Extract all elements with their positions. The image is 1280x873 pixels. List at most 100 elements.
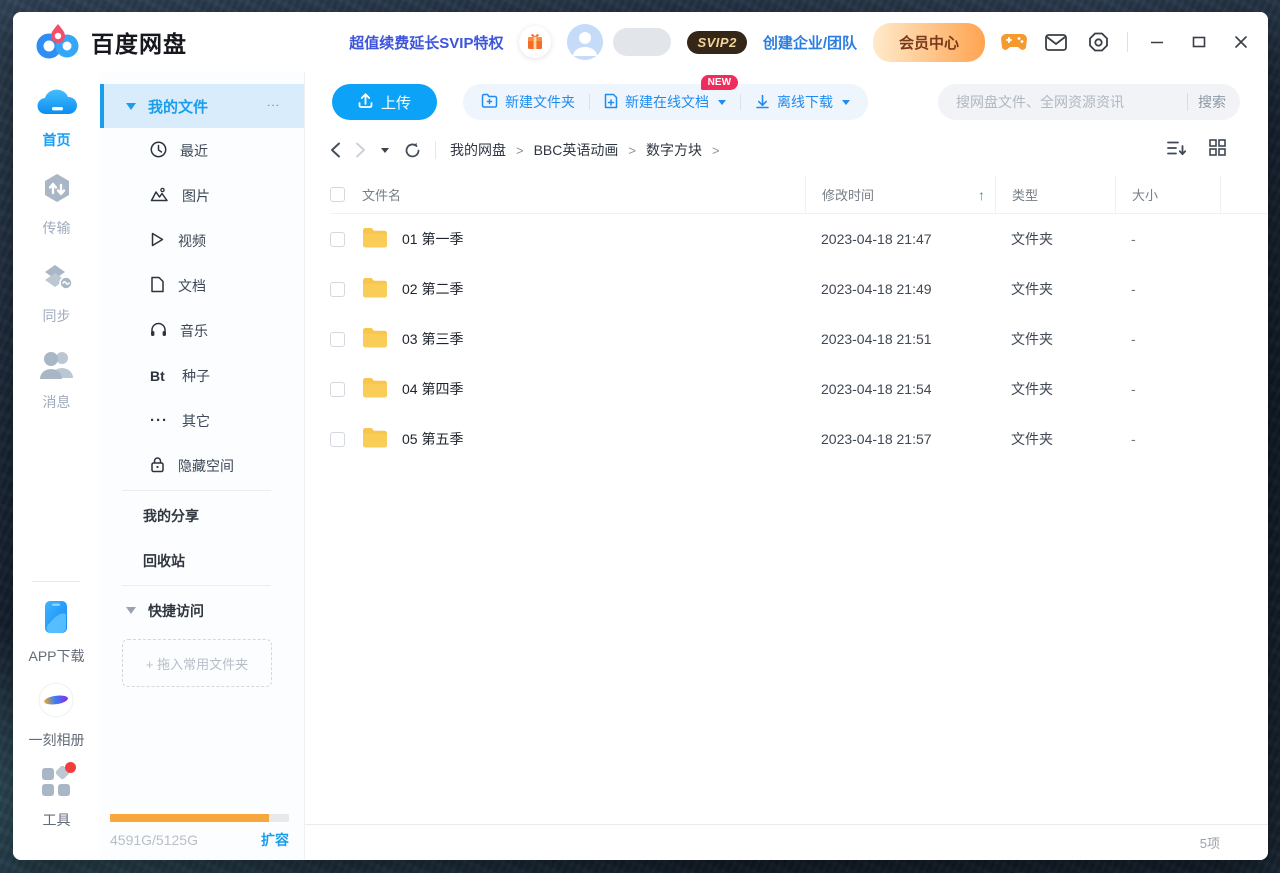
expand-storage-link[interactable]: 扩容 [261,830,289,850]
sidebar-item-music[interactable]: 音乐 [100,308,304,353]
row-checkbox[interactable] [330,232,345,247]
search-button[interactable]: 搜索 [1198,92,1226,112]
sidebar-label-recent: 最近 [180,141,208,161]
sort-list-icon[interactable] [1167,140,1187,161]
rail-label-messages: 消息 [43,392,71,412]
user-avatar[interactable] [567,24,603,60]
new-folder-label: 新建文件夹 [505,92,575,112]
svip-promo-link[interactable]: 超值续费延长SVIP特权 [349,32,503,53]
sidebar-item-documents[interactable]: 文档 [100,263,304,308]
rail-item-app-download[interactable]: APP下载 [28,600,84,666]
sync-icon [39,260,75,299]
more-options-icon[interactable]: ⋮ [271,99,276,113]
table-row[interactable]: 03 第三季 2023-04-18 21:51 文件夹 - [330,314,1268,364]
column-header-type[interactable]: 类型 [995,176,1115,213]
username-redacted [613,28,671,56]
member-center-button[interactable]: 会员中心 [873,23,985,62]
rail-item-messages[interactable]: 消息 [39,348,75,412]
folder-icon [362,277,388,301]
rail-item-tools[interactable]: 工具 [40,766,72,830]
table-row[interactable]: 02 第二季 2023-04-18 21:49 文件夹 - [330,264,1268,314]
svip-level-badge[interactable]: SVIP2 [687,31,746,54]
breadcrumb-separator: > [712,143,720,158]
file-name: 01 第一季 [402,229,463,249]
rail-item-photo-album[interactable]: 一刻相册 [28,682,84,750]
sort-ascending-icon[interactable]: ↑ [978,187,985,203]
sidebar-item-torrents[interactable]: Bt 种子 [100,353,304,398]
column-header-name[interactable]: 文件名 [362,185,805,204]
toolbar-divider [589,94,590,110]
breadcrumb-item-2[interactable]: 数字方块 [646,140,702,160]
column-header-size[interactable]: 大小 [1115,176,1220,213]
sidebar-label-music: 音乐 [180,321,208,341]
upload-button[interactable]: 上传 [332,84,437,120]
baidu-netdisk-logo-icon [35,20,81,65]
sidebar-item-videos[interactable]: 视频 [100,218,304,263]
table-row[interactable]: 05 第五季 2023-04-18 21:57 文件夹 - [330,414,1268,464]
file-type: 文件夹 [995,414,1115,464]
file-size: - [1115,314,1220,364]
new-online-doc-button[interactable]: NEW 新建在线文档 [604,92,726,112]
rail-bottom: APP下载 一刻相册 [28,575,84,846]
rail-item-home[interactable]: 首页 [36,86,78,150]
storage-progress-track [110,814,289,822]
row-checkbox[interactable] [330,382,345,397]
maximize-button[interactable] [1186,29,1212,55]
rail-item-sync[interactable]: 同步 [39,260,75,326]
photo-album-lens-icon [38,682,74,723]
sidebar-label-pictures: 图片 [182,186,210,206]
back-button[interactable] [330,142,341,158]
history-dropdown-icon[interactable] [380,147,390,154]
file-size: - [1115,214,1220,264]
create-team-link[interactable]: 创建企业/团队 [763,32,857,53]
search-input[interactable] [956,94,1177,110]
sidebar-section-my-files[interactable]: 我的文件 ⋮ [100,84,304,128]
select-all-checkbox[interactable] [330,187,345,202]
gift-icon[interactable] [519,26,551,58]
mail-icon[interactable] [1043,29,1069,55]
file-type: 文件夹 [995,214,1115,264]
settings-icon[interactable] [1085,29,1111,55]
rail-label-tools: 工具 [42,810,70,830]
folder-icon [362,427,388,451]
forward-button[interactable] [355,142,366,158]
close-button[interactable] [1228,29,1254,55]
sidebar-section-quick-access[interactable]: 快捷访问 [100,588,304,633]
row-checkbox[interactable] [330,432,345,447]
play-icon [150,231,165,251]
rail-label-app-download: APP下载 [28,646,84,666]
sidebar-item-my-shares[interactable]: 我的分享 [100,493,304,538]
file-table: 文件名 修改时间 ↑ 类型 大小 [330,176,1268,824]
refresh-icon[interactable] [404,142,421,159]
new-folder-button[interactable]: 新建文件夹 [481,92,575,112]
row-checkbox[interactable] [330,332,345,347]
file-type: 文件夹 [995,364,1115,414]
app-window: 百度网盘 超值续费延长SVIP特权 SVIP2 创建企业/团队 会员中心 [13,12,1268,860]
breadcrumb-item-root[interactable]: 我的网盘 [450,140,506,160]
drag-folder-drop-zone[interactable]: + 拖入常用文件夹 [122,639,272,687]
column-header-modified[interactable]: 修改时间 ↑ [805,176,995,213]
offline-download-button[interactable]: 离线下载 [755,92,850,112]
table-row[interactable]: 01 第一季 2023-04-18 21:47 文件夹 - [330,214,1268,264]
item-count: 5项 [1200,833,1220,852]
offline-download-label: 离线下载 [777,92,833,112]
storage-widget: 4591G/5125G 扩容 [110,814,289,850]
sidebar-item-pictures[interactable]: 图片 [100,173,304,218]
game-controller-icon[interactable] [1001,29,1027,55]
titlebar-divider [1127,32,1128,52]
sidebar-divider [122,490,271,491]
sidebar-item-recent[interactable]: 最近 [100,128,304,173]
breadcrumb-item-1[interactable]: BBC英语动画 [534,140,619,160]
sidebar-item-recycle-bin[interactable]: 回收站 [100,538,304,583]
minimize-button[interactable] [1144,29,1170,55]
file-type: 文件夹 [995,314,1115,364]
row-checkbox[interactable] [330,282,345,297]
grid-view-icon[interactable] [1209,139,1226,161]
file-name: 02 第二季 [402,279,463,299]
file-type: 文件夹 [995,264,1115,314]
sidebar-item-others[interactable]: ··· 其它 [100,398,304,443]
folder-icon [362,377,388,401]
rail-item-transfer[interactable]: 传输 [40,172,74,238]
sidebar-item-hidden-space[interactable]: 隐藏空间 [100,443,304,488]
table-row[interactable]: 04 第四季 2023-04-18 21:54 文件夹 - [330,364,1268,414]
